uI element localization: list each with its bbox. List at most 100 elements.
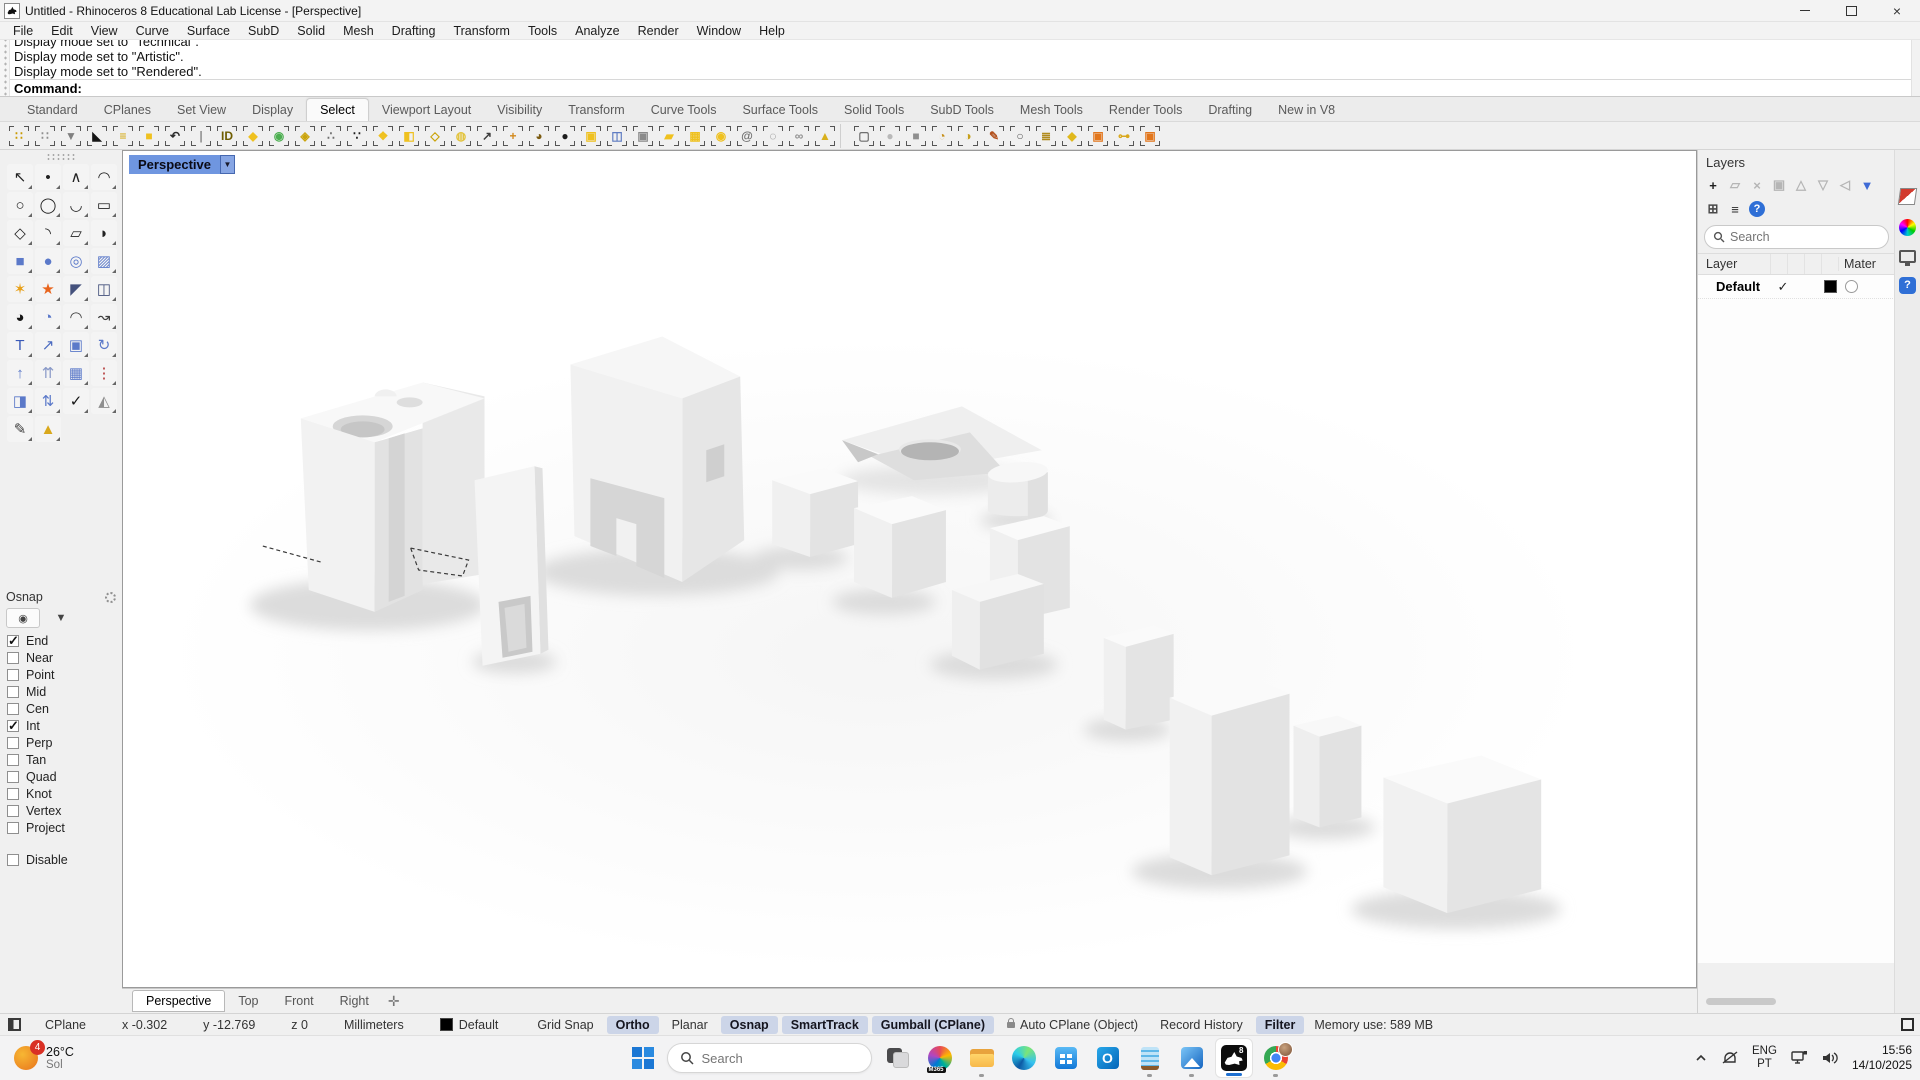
extrude-icon[interactable]: ↑ xyxy=(7,360,33,386)
taskbar-app[interactable]: 8 xyxy=(1215,1038,1253,1078)
select-points-icon[interactable]: ∷ xyxy=(7,124,31,148)
menu-item[interactable]: View xyxy=(82,24,127,38)
command-input[interactable] xyxy=(82,80,1911,96)
status-toggle[interactable]: Auto CPlane (Object) xyxy=(998,1016,1147,1034)
checkbox[interactable] xyxy=(7,652,19,664)
select-render-sphere-icon[interactable]: ● xyxy=(553,124,577,148)
select-mesh-sphere-icon[interactable]: ◉ xyxy=(709,124,733,148)
select-previous-icon[interactable]: ↶ xyxy=(163,124,187,148)
fillet-edge-icon[interactable]: ◠ xyxy=(63,304,89,330)
checkbox[interactable] xyxy=(7,737,19,749)
torus-icon[interactable]: ◎ xyxy=(63,248,89,274)
panel-tab-icon[interactable] xyxy=(1898,188,1917,205)
panel-tab-icon[interactable] xyxy=(1899,219,1916,236)
status-toggle[interactable]: Ortho xyxy=(607,1016,659,1034)
ribbon-tab[interactable]: Surface Tools xyxy=(729,99,831,121)
osnap-option[interactable]: Int xyxy=(0,717,122,734)
osnap-option[interactable]: Point xyxy=(0,666,122,683)
menu-item[interactable]: SubD xyxy=(239,24,288,38)
annotate-pen-icon[interactable]: ✎ xyxy=(7,416,33,442)
ribbon-tab[interactable]: Render Tools xyxy=(1096,99,1195,121)
osnap-snaps-tab[interactable]: ◉ xyxy=(6,608,40,628)
select-grid-pane-icon[interactable]: ▦ xyxy=(683,124,707,148)
taskbar-app[interactable] xyxy=(1173,1038,1211,1078)
status-toggle[interactable]: SmartTrack xyxy=(782,1016,868,1034)
status-field[interactable]: x -0.302 xyxy=(122,1018,167,1032)
new-layer-icon[interactable]: + xyxy=(1702,175,1724,195)
single-point-icon[interactable]: • xyxy=(35,164,61,190)
checkbox[interactable] xyxy=(7,771,19,783)
taskbar-app[interactable] xyxy=(1047,1038,1085,1078)
osnap-filter-tab[interactable]: ▼ xyxy=(44,608,78,628)
viewport-tab[interactable]: ✛ xyxy=(382,993,406,1010)
status-field[interactable]: y -12.769 xyxy=(203,1018,255,1032)
select-by-layer-icon[interactable]: ≡ xyxy=(111,124,135,148)
checkbox[interactable] xyxy=(7,754,19,766)
select-cone-icon[interactable]: ▲ xyxy=(813,124,837,148)
current-layer-check[interactable]: ✓ xyxy=(1766,279,1800,295)
blend-icon[interactable]: ↝ xyxy=(91,304,117,330)
osnap-option[interactable]: Near xyxy=(0,649,122,666)
clock[interactable]: 15:56 14/10/2025 xyxy=(1852,1043,1912,1073)
array-linear-icon[interactable]: ⋮ xyxy=(91,360,117,386)
menu-item[interactable]: Transform xyxy=(444,24,519,38)
curve-cv-icon[interactable]: ∧ xyxy=(63,164,89,190)
layers-horizontal-scrollbar[interactable] xyxy=(1706,998,1776,1005)
select-surfaces-icon[interactable]: ◈ xyxy=(293,124,317,148)
checkbox[interactable] xyxy=(7,805,19,817)
layer-help-icon[interactable]: ? xyxy=(1749,201,1765,217)
taskbar-search[interactable] xyxy=(667,1043,872,1073)
select-dots-icon[interactable]: ∵ xyxy=(345,124,369,148)
ribbon-tab[interactable]: New in V8 xyxy=(1265,99,1348,121)
menu-item[interactable]: Solid xyxy=(288,24,334,38)
status-field[interactable]: z 0 xyxy=(291,1018,308,1032)
join-icon[interactable]: ◨ xyxy=(7,388,33,414)
boolean-union-icon[interactable]: ◕ xyxy=(7,304,33,330)
menu-item[interactable]: Curve xyxy=(127,24,178,38)
duplicate-layer-icon[interactable]: ▣ xyxy=(1768,175,1790,195)
menu-item[interactable]: Help xyxy=(750,24,794,38)
osnap-option[interactable]: Knot xyxy=(0,785,122,802)
toolbar-drag-handle[interactable] xyxy=(46,153,76,161)
select-control-points-icon[interactable]: ∷ xyxy=(33,124,57,148)
gray-box-icon[interactable]: ■ xyxy=(904,124,928,148)
taskbar-search-input[interactable] xyxy=(702,1051,842,1066)
ribbon-tab[interactable]: SubD Tools xyxy=(917,99,1007,121)
layer-name[interactable]: Default xyxy=(1698,279,1766,294)
surface-corner-icon[interactable]: ▱ xyxy=(63,220,89,246)
paintbrush-icon[interactable]: ✎ xyxy=(982,124,1006,148)
osnap-option[interactable]: Perp xyxy=(0,734,122,751)
checkbox[interactable] xyxy=(7,686,19,698)
status-toggle[interactable]: Gumball (CPlane) xyxy=(872,1016,994,1034)
select-cursor-icon[interactable]: ↖ xyxy=(7,164,33,190)
circle-markers-icon[interactable]: ◔ xyxy=(930,124,954,148)
status-toggle[interactable]: Planar xyxy=(663,1016,717,1034)
panel-tab-icon[interactable] xyxy=(1899,250,1916,263)
current-layer-indicator[interactable]: Default xyxy=(440,1018,499,1032)
status-toggle[interactable]: Filter xyxy=(1256,1016,1305,1034)
minimize-button[interactable] xyxy=(1782,0,1828,21)
checkbox[interactable] xyxy=(7,720,19,732)
restore-button[interactable] xyxy=(1828,0,1874,21)
taskbar-app[interactable] xyxy=(1089,1038,1127,1078)
layers-search-input[interactable] xyxy=(1730,230,1870,244)
layer-row[interactable]: Default ✓ xyxy=(1698,275,1895,299)
trim-icon[interactable]: ◤ xyxy=(63,276,89,302)
panel-tab-icon[interactable]: ? xyxy=(1899,277,1916,294)
circle-icon[interactable]: ○ xyxy=(7,192,33,218)
ribbon-tab[interactable]: Viewport Layout xyxy=(369,99,484,121)
screen-icon[interactable] xyxy=(1901,1018,1914,1031)
taskbar-app[interactable] xyxy=(963,1038,1001,1078)
viewport-menu-dropdown-icon[interactable]: ▼ xyxy=(220,155,235,174)
close-button[interactable]: × xyxy=(1874,0,1920,21)
invert-selection-icon[interactable]: ◣ xyxy=(85,124,109,148)
select-small-objects-icon[interactable]: ∴ xyxy=(319,124,343,148)
array-grid-icon[interactable]: ▦ xyxy=(63,360,89,386)
polygon-icon[interactable]: ◇ xyxy=(7,220,33,246)
menu-item[interactable]: Tools xyxy=(519,24,566,38)
move-down-icon[interactable]: ▽ xyxy=(1812,175,1834,195)
ribbon-tab[interactable]: Display xyxy=(239,99,306,121)
checkbox[interactable] xyxy=(7,788,19,800)
osnap-option[interactable]: Project xyxy=(0,819,122,836)
surface-bend-icon[interactable]: ◗ xyxy=(91,220,117,246)
